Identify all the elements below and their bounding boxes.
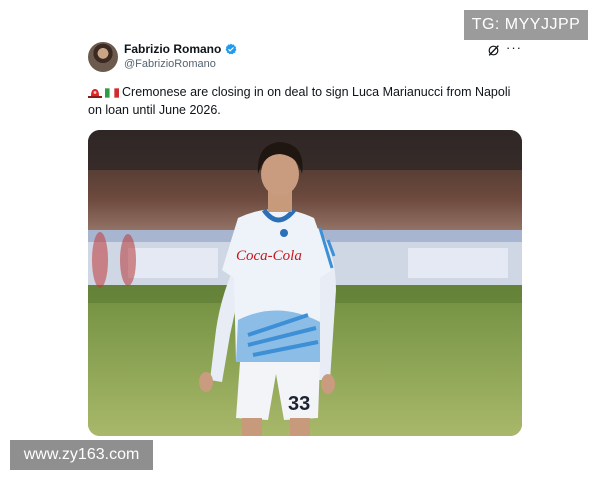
avatar[interactable] [88, 42, 118, 72]
tweet-text: Cremonese are closing in on deal to sign… [88, 83, 518, 119]
tweet-card: Fabrizio Romano @FabrizioRomano ··· Crem… [88, 38, 522, 436]
more-options-icon[interactable]: ··· [506, 40, 522, 55]
author-handle[interactable]: @FabrizioRomano [124, 58, 216, 70]
watermark-top-right: TG: MYYJJPP [464, 10, 588, 40]
author-row: Fabrizio Romano [124, 42, 237, 56]
author-name[interactable]: Fabrizio Romano [124, 42, 221, 56]
siren-icon [88, 89, 102, 98]
tweet-body: Cremonese are closing in on deal to sign… [88, 85, 511, 117]
player-photo-illustration: Coca-Cola 33 [88, 130, 522, 436]
verified-badge-icon [225, 43, 237, 55]
tweet-header: Fabrizio Romano @FabrizioRomano ··· [88, 38, 522, 78]
shirt-sponsor: Coca-Cola [236, 248, 302, 264]
watermark-bottom-left: www.zy163.com [10, 440, 153, 470]
shirt-number: 33 [288, 393, 310, 415]
tweet-photo[interactable]: Coca-Cola 33 [88, 130, 522, 436]
italy-flag-icon [105, 88, 119, 98]
grok-icon[interactable] [487, 44, 500, 57]
